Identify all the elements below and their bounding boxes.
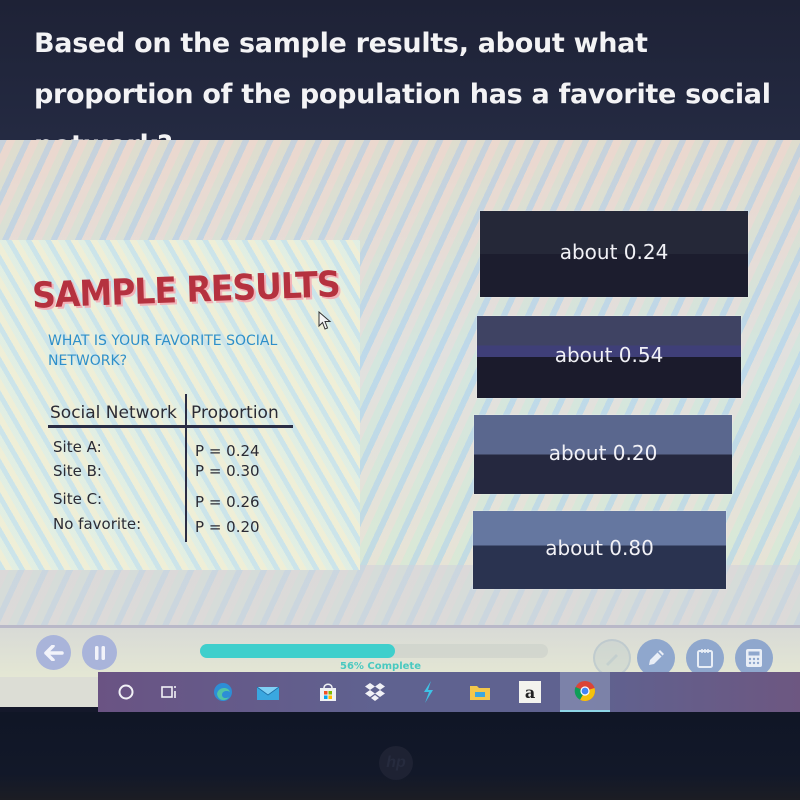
site-proportion: P = 0.20 <box>195 518 260 536</box>
table-header: Social Network Proportion <box>48 402 293 428</box>
table-row: Site B: P = 0.30 <box>48 462 293 488</box>
progress-fill <box>200 644 395 658</box>
site-proportion: P = 0.30 <box>195 462 260 480</box>
calculator-icon <box>746 649 762 667</box>
folder-icon <box>470 686 490 700</box>
store-icon <box>320 683 336 701</box>
notepad-icon <box>697 649 713 668</box>
taskbar-amazon[interactable]: a <box>510 672 550 712</box>
cortana-circle-icon <box>118 684 134 700</box>
question-header: Based on the sample results, about what … <box>0 0 800 161</box>
taskbar-mail[interactable] <box>248 672 288 712</box>
table-row: No favorite: P = 0.20 <box>48 515 293 541</box>
answer-choice-4[interactable]: about 0.80 <box>473 511 726 589</box>
site-name: Site B: <box>53 462 102 480</box>
chrome-icon <box>574 681 595 702</box>
taskbar-chrome[interactable] <box>560 672 610 712</box>
highlighter-icon <box>606 654 618 666</box>
pencil-icon <box>649 650 664 665</box>
answer-choice-1[interactable]: about 0.24 <box>480 211 748 297</box>
windows-taskbar: a <box>98 672 800 712</box>
site-proportion: P = 0.24 <box>195 442 260 460</box>
table-row: Site A: P = 0.24 <box>48 438 293 464</box>
answer-label: about 0.80 <box>545 536 654 560</box>
site-proportion: P = 0.26 <box>195 493 260 511</box>
site-name: Site A: <box>53 438 102 456</box>
back-button[interactable] <box>36 635 71 670</box>
progress-label: 56% Complete <box>340 661 421 672</box>
mouse-cursor-icon <box>318 311 332 330</box>
survey-question: WHAT IS YOUR FAVORITE SOCIAL NETWORK? <box>48 333 278 369</box>
arrow-left-icon <box>43 644 64 661</box>
edge-icon <box>214 683 232 701</box>
taskbar-file-explorer[interactable] <box>460 672 500 712</box>
site-name: No favorite: <box>53 515 142 533</box>
amazon-glyph: a <box>524 682 536 702</box>
site-name: Site C: <box>53 490 103 508</box>
mail-icon <box>256 686 280 700</box>
answer-label: about 0.20 <box>548 440 658 465</box>
taskbar-edge[interactable] <box>203 672 243 712</box>
taskbar-dropbox[interactable] <box>355 672 395 712</box>
answer-label: about 0.54 <box>554 343 664 367</box>
answer-choice-3[interactable]: about 0.20 <box>474 415 732 494</box>
header-social-network: Social Network <box>50 403 177 423</box>
taskbar-bolt-app[interactable] <box>408 672 448 712</box>
hp-logo-icon: hp <box>379 746 413 780</box>
task-view-icon <box>161 686 176 698</box>
taskbar-store[interactable] <box>308 672 348 712</box>
taskbar-search[interactable] <box>106 672 146 712</box>
taskbar-task-view[interactable] <box>150 672 190 712</box>
table-row: Site C: P = 0.26 <box>48 490 293 516</box>
progress-bar <box>200 644 548 658</box>
answer-choice-2[interactable]: about 0.54 <box>477 316 741 398</box>
pause-button[interactable] <box>82 635 117 670</box>
header-proportion: Proportion <box>191 403 279 423</box>
answer-label: about 0.24 <box>559 240 669 264</box>
taskbar-left-region <box>0 677 98 707</box>
player-controls: 56% Complete <box>0 625 800 677</box>
bolt-icon <box>424 681 433 703</box>
amazon-icon: a <box>519 681 541 703</box>
pause-icon <box>94 645 105 660</box>
dropbox-icon <box>365 683 385 701</box>
